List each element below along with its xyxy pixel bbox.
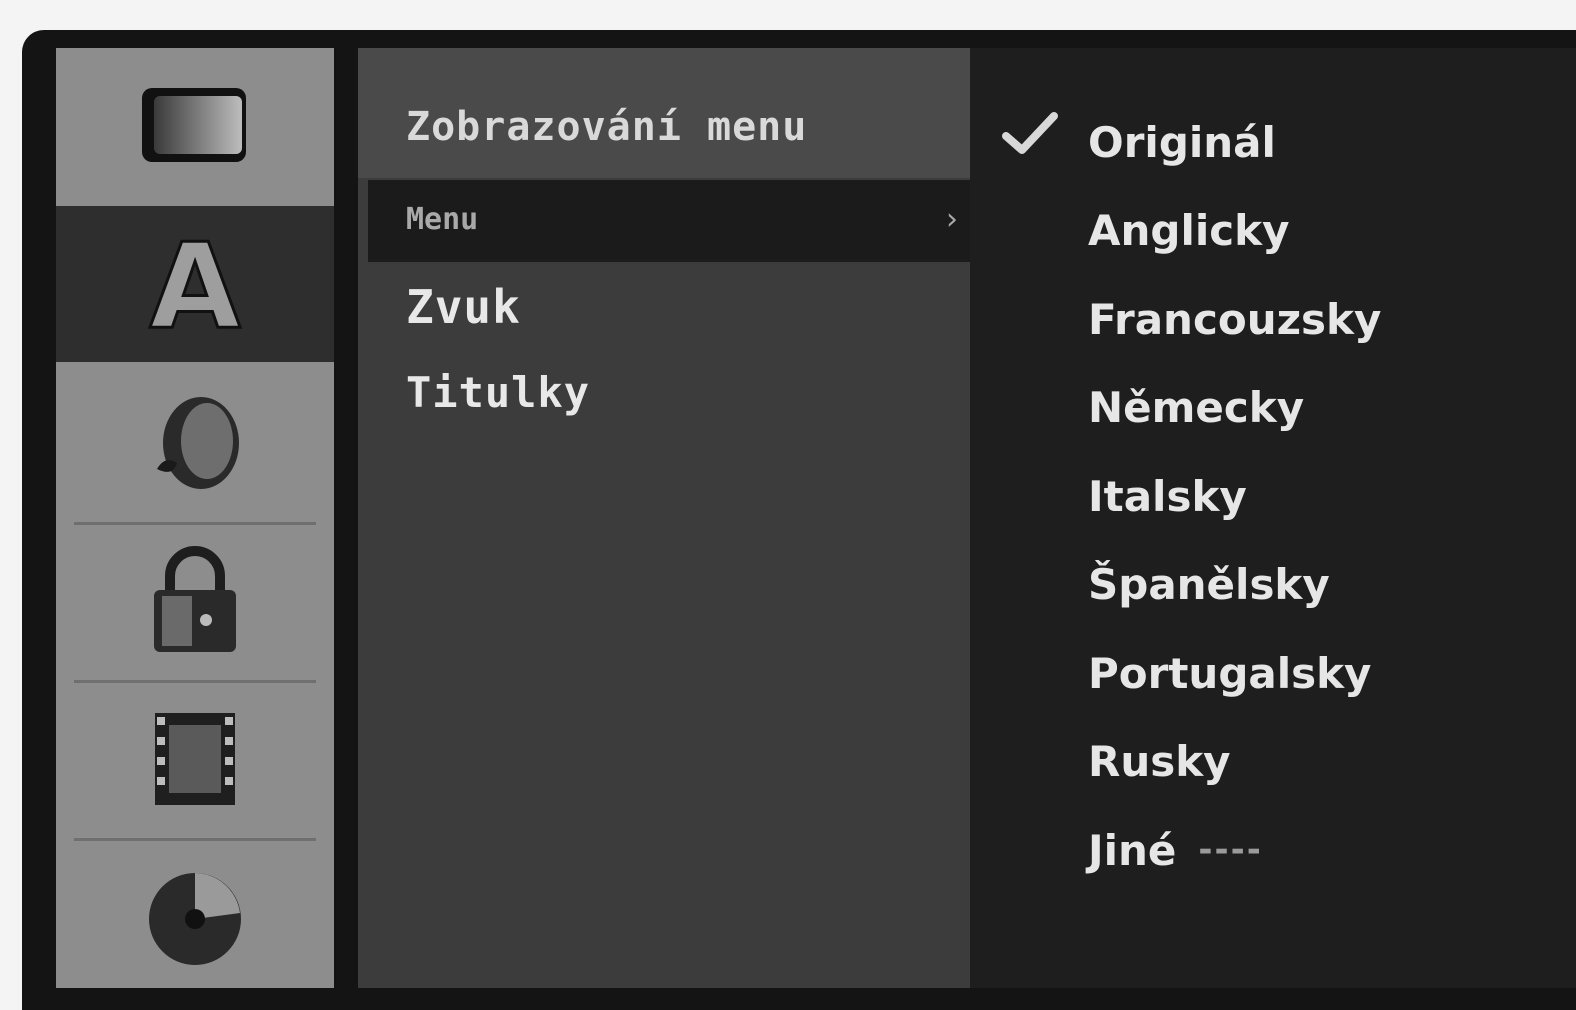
category-display[interactable] — [56, 48, 334, 204]
checkmark-icon — [1002, 112, 1058, 154]
chevron-right-icon: › — [946, 202, 958, 237]
category-language[interactable]: A — [56, 206, 334, 362]
language-menu-panel: Zobrazování menu Menu › Zvuk Titulky — [358, 48, 970, 988]
menu-title: Zobrazování menu — [406, 104, 808, 150]
option-russian[interactable]: Rusky — [1088, 718, 1381, 807]
language-a-icon: A — [148, 229, 242, 339]
menu-item-menu[interactable]: Menu › — [368, 180, 970, 262]
category-recording[interactable] — [56, 680, 334, 836]
other-language-code: ---- — [1198, 830, 1263, 871]
language-option-list: Originál Anglicky Francouzsky Německy It… — [1088, 98, 1381, 895]
option-french[interactable]: Francouzsky — [1088, 275, 1381, 364]
category-lock[interactable] — [56, 522, 334, 678]
speaker-audio-icon — [157, 397, 239, 489]
option-spanish[interactable]: Španělsky — [1088, 541, 1381, 630]
category-disc[interactable] — [56, 838, 334, 994]
svg-text:A: A — [149, 229, 240, 339]
option-italian[interactable]: Italsky — [1088, 452, 1381, 541]
option-portuguese[interactable]: Portugalsky — [1088, 629, 1381, 718]
option-english[interactable]: Anglicky — [1088, 187, 1381, 276]
menu-item-menu-label: Menu — [406, 202, 479, 237]
tv-screen-icon — [142, 88, 246, 162]
menu-item-audio[interactable]: Zvuk — [406, 280, 521, 334]
language-options-panel: Originál Anglicky Francouzsky Německy It… — [970, 48, 1576, 988]
category-sidebar: A — [56, 48, 334, 988]
option-other-label: Jiné — [1088, 825, 1177, 875]
menu-item-subtitles[interactable]: Titulky — [406, 368, 590, 417]
option-other[interactable]: Jiné ---- — [1088, 806, 1381, 895]
option-original[interactable]: Originál — [1088, 98, 1381, 187]
film-clapper-icon — [155, 713, 235, 805]
lock-icon — [154, 546, 236, 652]
category-audio[interactable] — [56, 364, 334, 520]
disc-icon — [149, 873, 241, 965]
option-german[interactable]: Německy — [1088, 364, 1381, 453]
